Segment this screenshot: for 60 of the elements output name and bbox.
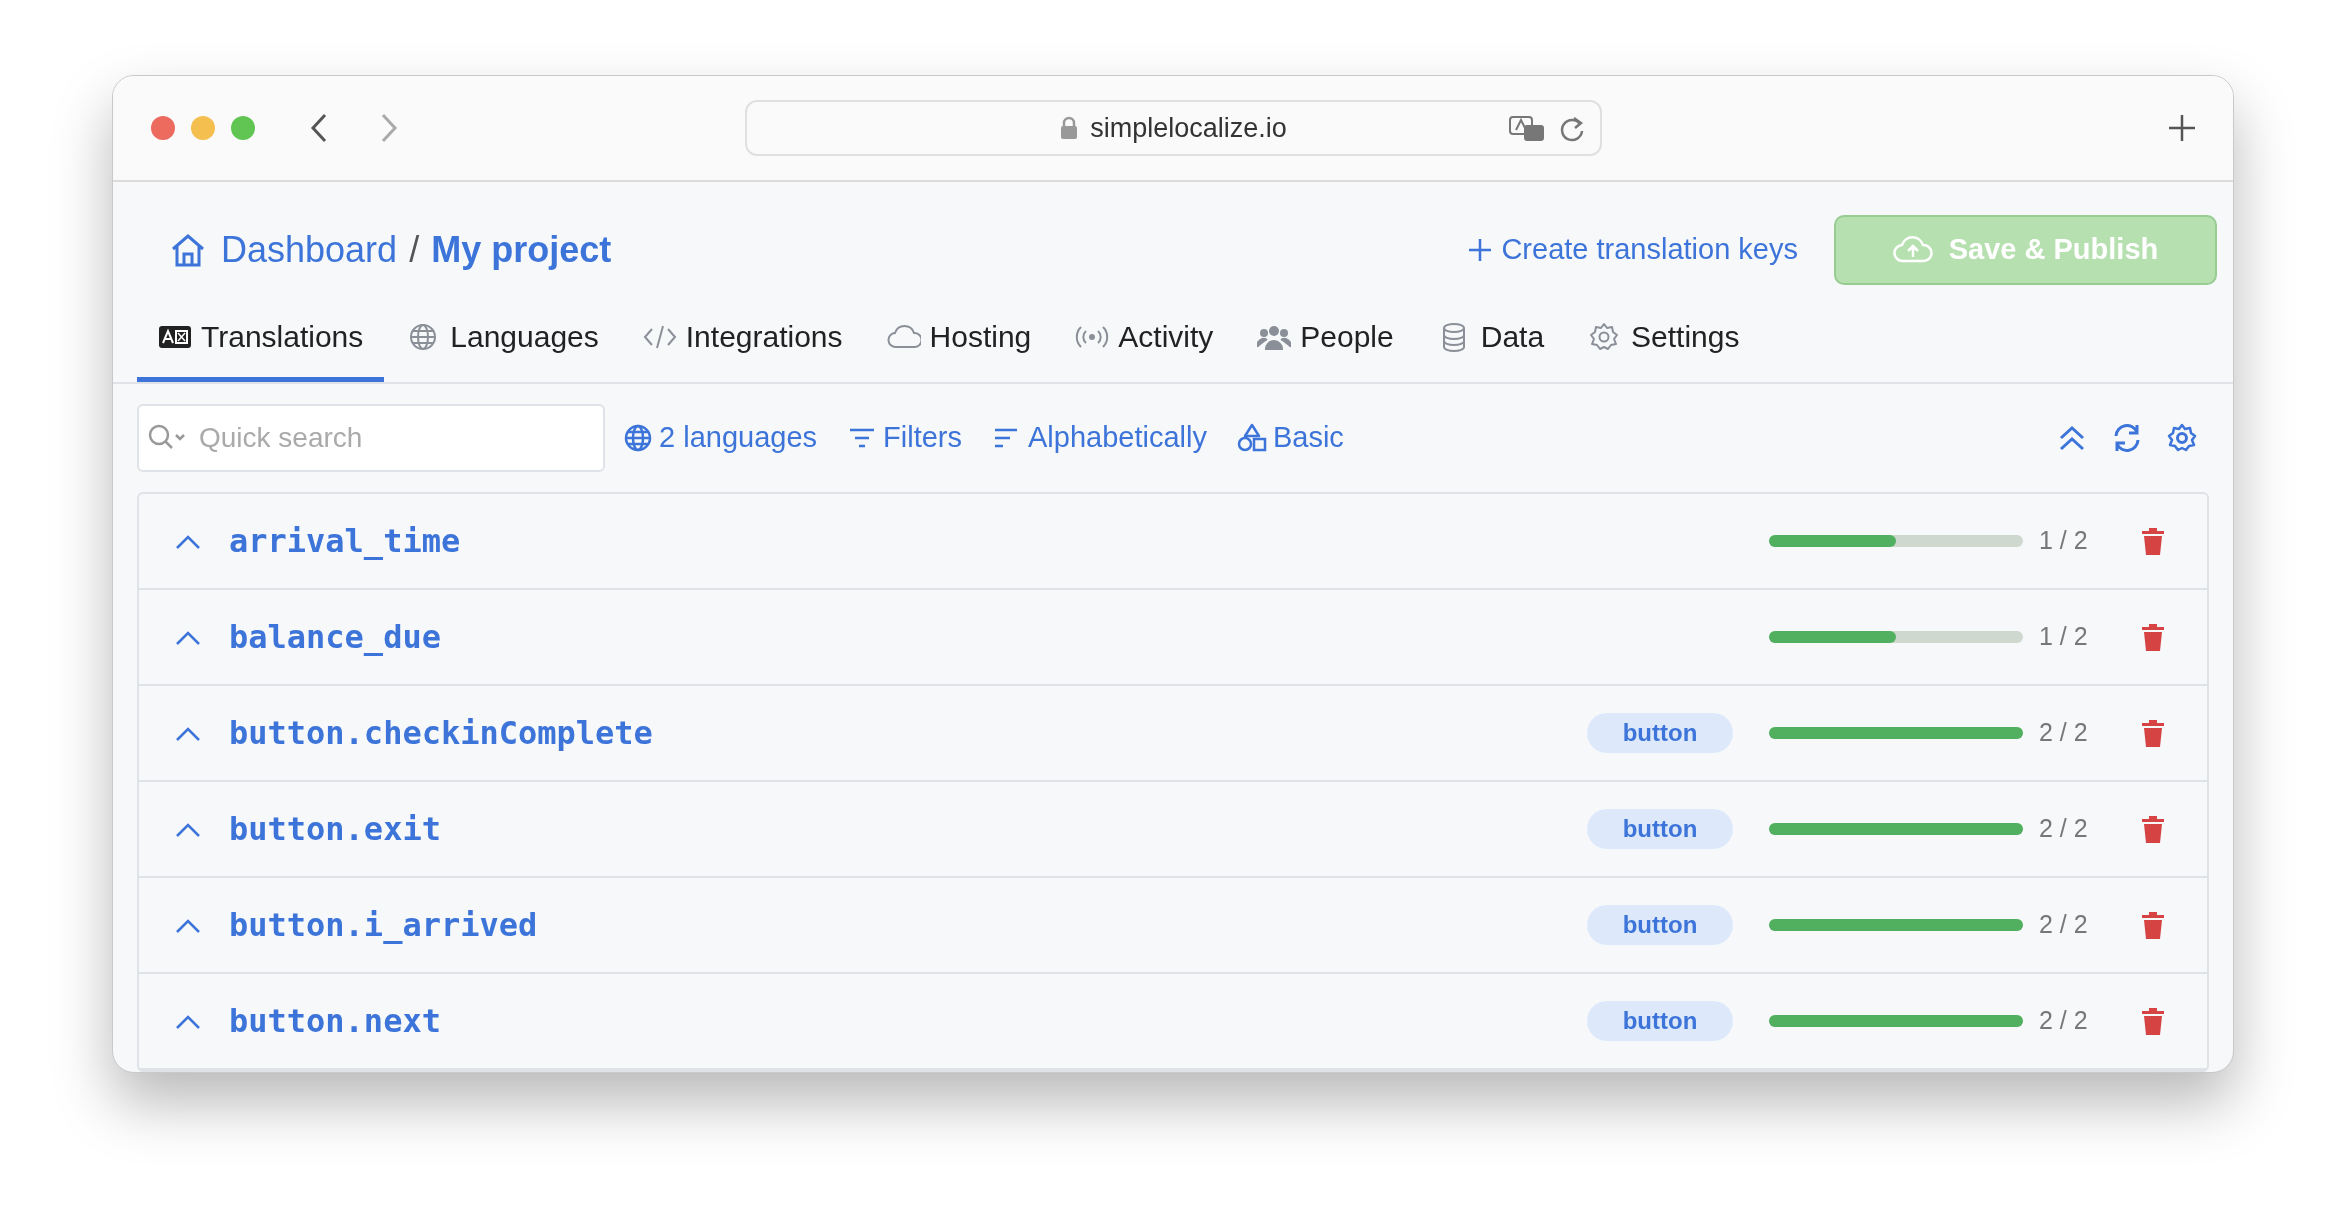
tag: button bbox=[1587, 905, 1733, 945]
forward-icon[interactable] bbox=[379, 112, 399, 144]
create-translation-keys-link[interactable]: Create translation keys bbox=[1461, 227, 1804, 273]
toolbar-button[interactable]: Filters bbox=[837, 416, 972, 460]
tab[interactable]: Languages bbox=[386, 300, 620, 382]
tag: button bbox=[1587, 1001, 1733, 1041]
shapes-icon bbox=[1236, 423, 1267, 453]
close-window-button[interactable] bbox=[151, 116, 175, 140]
globe-icon bbox=[623, 423, 653, 453]
reload-icon[interactable] bbox=[1558, 114, 1586, 144]
new-tab-icon[interactable] bbox=[2167, 113, 2197, 143]
chevron-up-icon[interactable] bbox=[175, 533, 201, 550]
progress-count: 2 / 2 bbox=[2039, 1005, 2089, 1037]
progress-count: 1 / 2 bbox=[2039, 621, 2089, 653]
plus-icon bbox=[1467, 237, 1494, 263]
translation-key[interactable]: button.exit bbox=[229, 805, 441, 853]
chevron-up-icon[interactable] bbox=[175, 917, 201, 934]
chevron-up-icon[interactable] bbox=[175, 821, 201, 838]
toolbar-button[interactable]: Alphabetically bbox=[982, 416, 1217, 460]
settings-icon[interactable] bbox=[2167, 423, 2197, 453]
tab[interactable]: Integrations bbox=[621, 300, 864, 382]
trash-icon[interactable] bbox=[2141, 814, 2165, 844]
translation-key[interactable]: button.checkinComplete bbox=[229, 709, 653, 757]
address-bar[interactable]: simplelocalize.io bbox=[745, 100, 1602, 156]
tab[interactable]: People bbox=[1236, 300, 1415, 382]
breadcrumb-link[interactable]: Dashboard bbox=[221, 223, 398, 277]
chevron-up-icon[interactable] bbox=[175, 725, 201, 742]
breadcrumb-current: My project bbox=[431, 228, 612, 272]
trash-icon[interactable] bbox=[2141, 526, 2165, 556]
translation-key[interactable]: button.i_arrived bbox=[229, 901, 538, 949]
cloud-upload-icon bbox=[1892, 235, 1933, 265]
search-field[interactable]: Quick search bbox=[137, 404, 605, 472]
tab[interactable]: Settings bbox=[1567, 300, 1761, 382]
chevron-up-icon[interactable] bbox=[175, 1013, 201, 1030]
translation-key[interactable]: button.next bbox=[229, 997, 441, 1045]
trash-icon[interactable] bbox=[2141, 1006, 2165, 1036]
tab[interactable]: Hosting bbox=[865, 300, 1053, 382]
toolbar-button[interactable]: 2 languages bbox=[613, 416, 828, 460]
url-text: simplelocalize.io bbox=[1090, 111, 1287, 145]
double-chevron-up-icon[interactable] bbox=[2057, 424, 2087, 452]
toolbar-button[interactable]: Basic bbox=[1226, 416, 1354, 460]
trash-icon[interactable] bbox=[2141, 910, 2165, 940]
progress-count: 2 / 2 bbox=[2039, 717, 2089, 749]
tag: button bbox=[1587, 809, 1733, 849]
lock-icon bbox=[1060, 116, 1079, 140]
progress-count: 1 / 2 bbox=[2039, 525, 2089, 557]
tab[interactable]: Translations bbox=[137, 300, 385, 382]
tab[interactable]: Data bbox=[1416, 300, 1566, 382]
breadcrumb-separator: / bbox=[409, 228, 420, 272]
home-icon[interactable] bbox=[169, 232, 207, 268]
chevron-up-icon[interactable] bbox=[175, 629, 201, 646]
progress-count: 2 / 2 bbox=[2039, 813, 2089, 845]
trash-icon[interactable] bbox=[2141, 622, 2165, 652]
progress-count: 2 / 2 bbox=[2039, 909, 2089, 941]
translation-key[interactable]: arrival_time bbox=[229, 517, 461, 565]
back-icon[interactable] bbox=[309, 112, 329, 144]
trash-icon[interactable] bbox=[2141, 718, 2165, 748]
tab[interactable]: Activity bbox=[1054, 300, 1235, 382]
tag: button bbox=[1587, 713, 1733, 753]
translation-key[interactable]: balance_due bbox=[229, 613, 441, 661]
